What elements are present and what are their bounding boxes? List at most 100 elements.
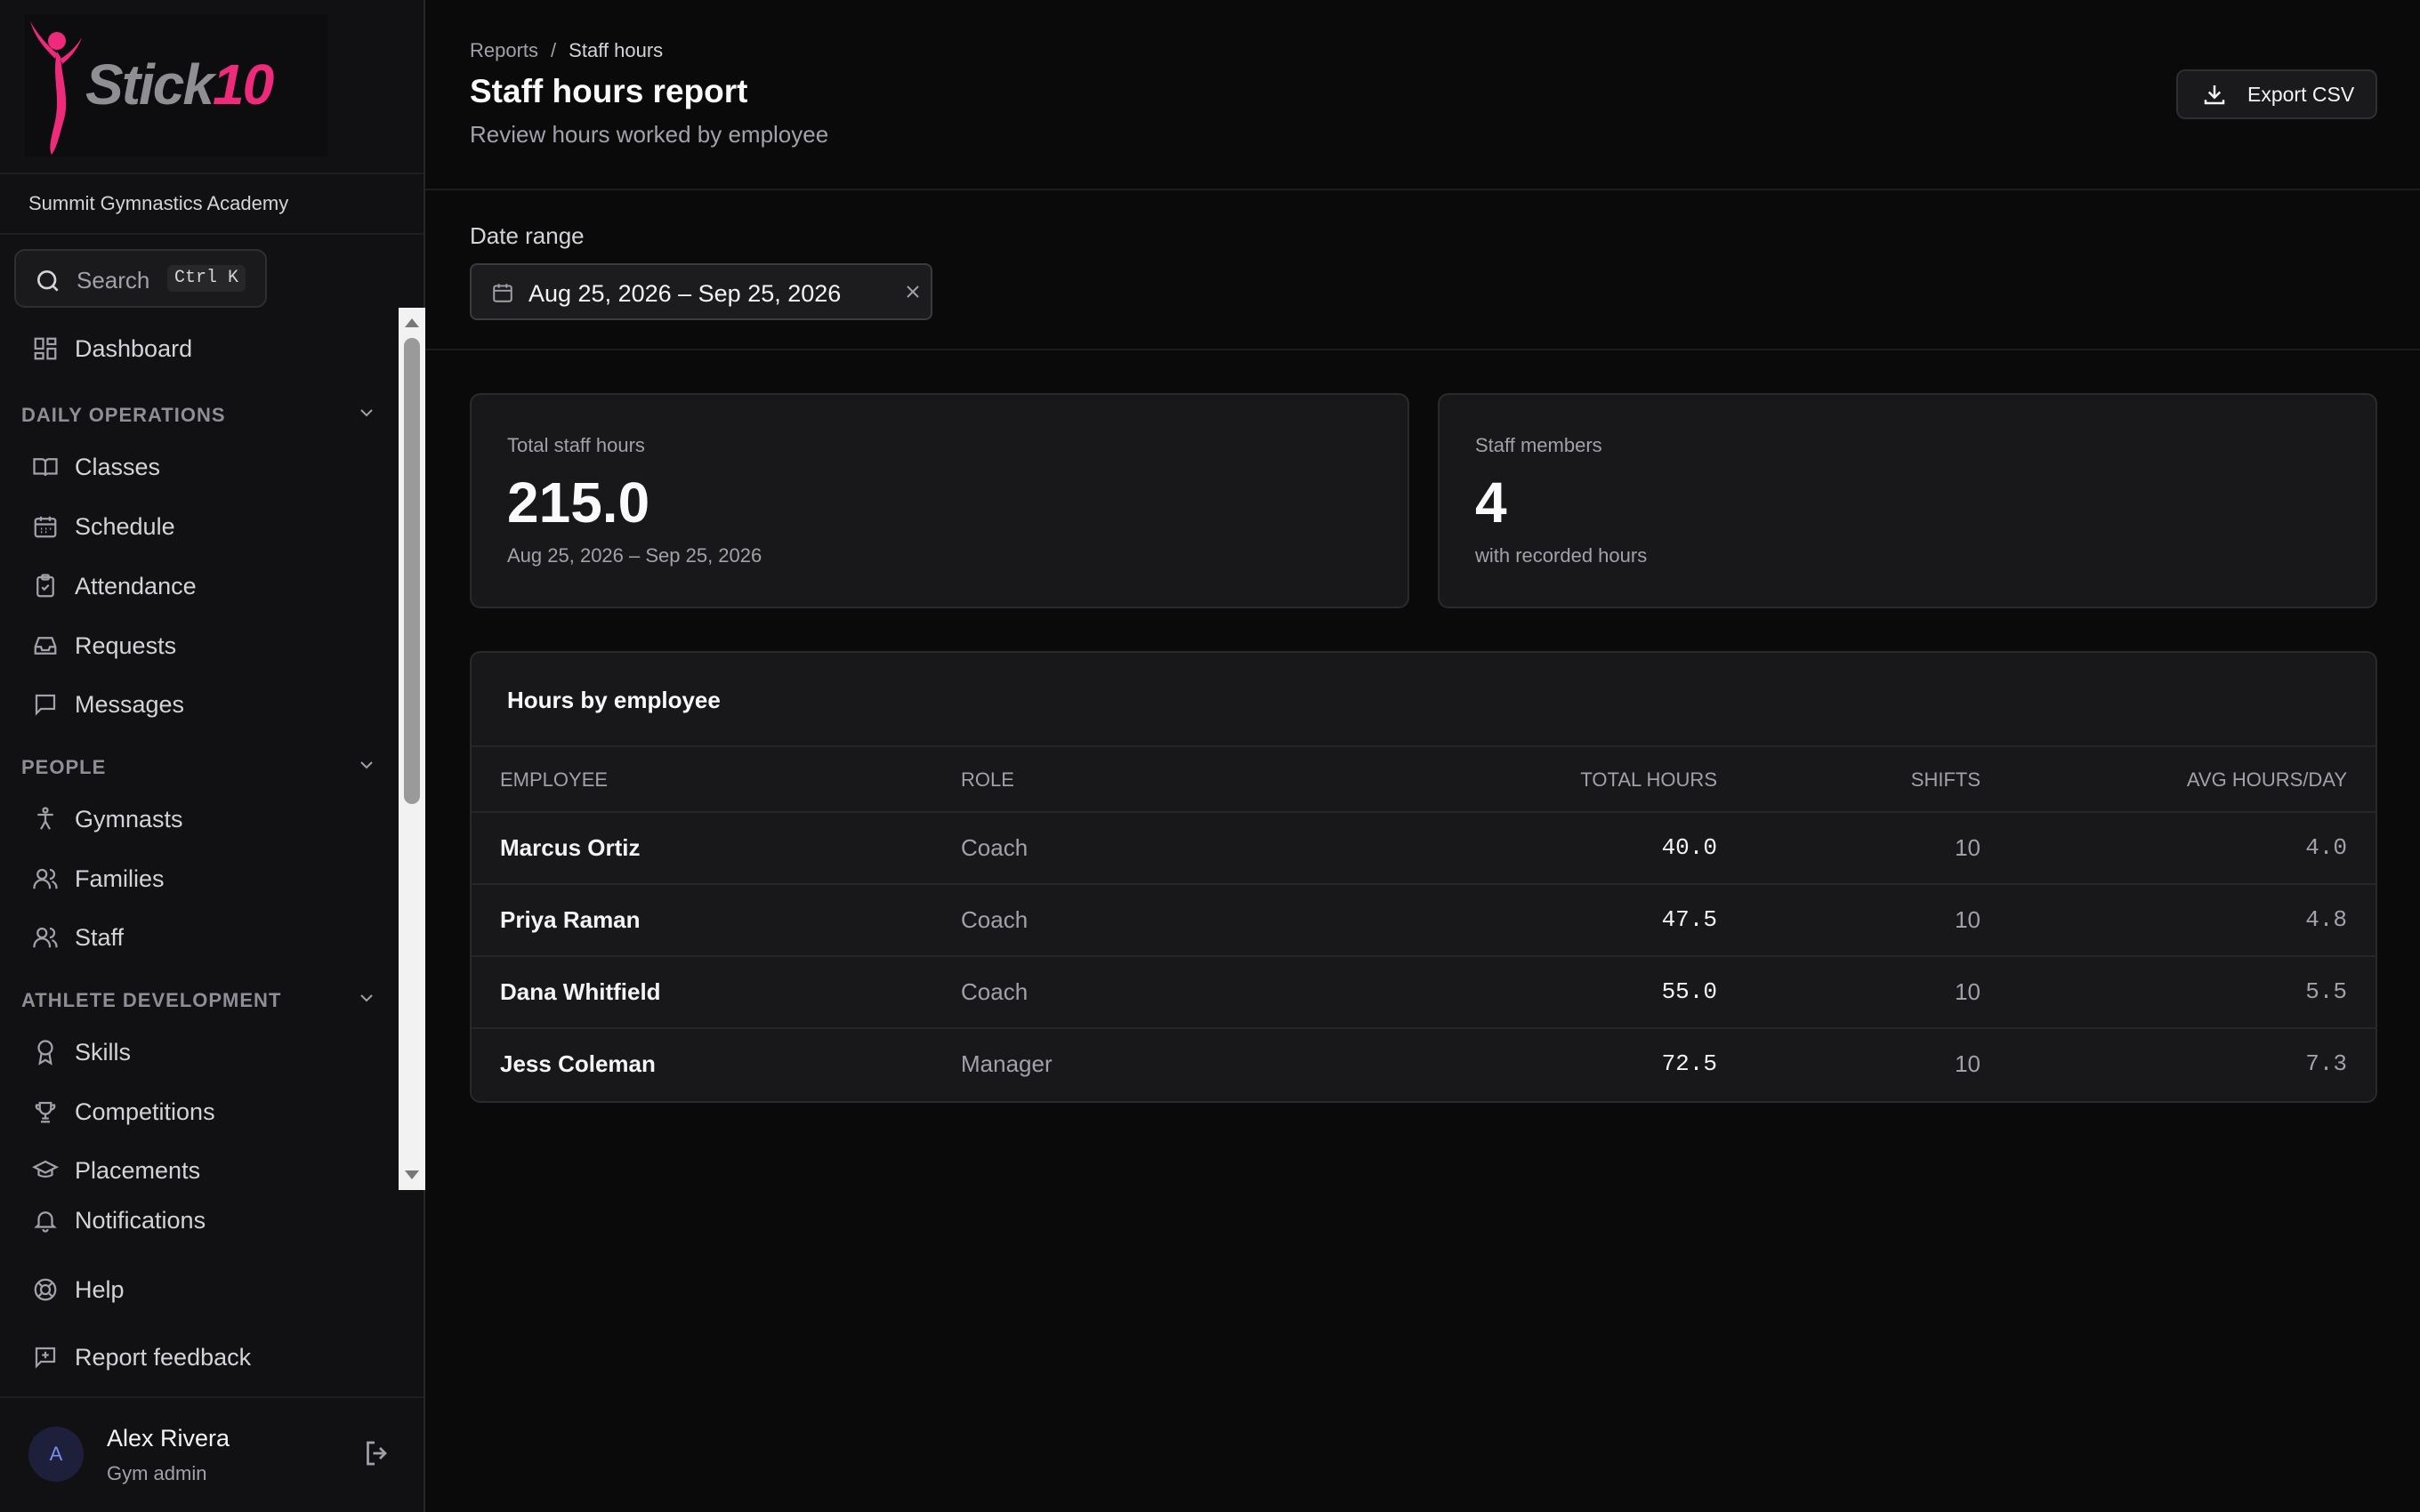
clear-icon[interactable]: [902, 281, 924, 302]
feedback-icon: [30, 1342, 60, 1372]
bell-icon: [30, 1205, 60, 1235]
column-header-shifts[interactable]: Shifts: [1806, 768, 1980, 792]
stat-label: Total staff hours: [507, 434, 645, 456]
sidebar-item-label: Attendance: [75, 572, 197, 599]
user-role: Gym admin: [107, 1462, 207, 1484]
divider: [0, 173, 424, 174]
sidebar-item-report-feedback[interactable]: Report feedback: [30, 1339, 251, 1375]
sidebar-item-families[interactable]: Families: [30, 861, 165, 897]
sidebar-item-classes[interactable]: Classes: [30, 449, 160, 485]
divider: [0, 233, 424, 235]
avatar[interactable]: A: [28, 1427, 84, 1482]
total-hours: 47.5: [1661, 906, 1717, 933]
sidebar-item-label: Classes: [75, 453, 161, 480]
sidebar-item-label: Help: [75, 1275, 125, 1303]
table-row[interactable]: Priya Raman Coach 47.5 10 4.8: [472, 885, 2377, 957]
avg-hours-day: 5.5: [2305, 978, 2347, 1005]
date-range-value: Aug 25, 2026 – Sep 25, 2026: [528, 280, 842, 307]
sidebar-item-label: Messages: [75, 690, 185, 718]
date-range-picker[interactable]: Aug 25, 2026 – Sep 25, 2026: [470, 263, 932, 320]
organization-name: Summit Gymnastics Academy: [28, 192, 289, 214]
page-subtitle: Review hours worked by employee: [470, 121, 829, 148]
export-csv-label: Export CSV: [2247, 82, 2355, 106]
sidebar-item-label: Placements: [75, 1156, 201, 1184]
logo-wordmark: Stick: [85, 52, 214, 117]
brand-logo[interactable]: Stick10: [25, 14, 327, 157]
sidebar-item-dashboard[interactable]: Dashboard: [30, 331, 192, 366]
stat-card-staff-members: Staff members 4 with recorded hours: [1438, 393, 2377, 608]
sidebar-item-skills[interactable]: Skills: [30, 1034, 131, 1070]
table-title: Hours by employee: [507, 687, 721, 713]
sidebar-item-attendance[interactable]: Attendance: [30, 568, 197, 604]
column-header-employee[interactable]: Employee: [500, 768, 608, 792]
sidebar-scrollbar[interactable]: [399, 308, 425, 1190]
sidebar-item-label: Dashboard: [75, 334, 193, 362]
sidebar-item-label: Families: [75, 865, 165, 892]
sidebar-item-help[interactable]: Help: [30, 1272, 125, 1307]
sidebar-item-gymnasts[interactable]: Gymnasts: [30, 801, 183, 837]
sidebar-item-label: Requests: [75, 631, 177, 659]
sidebar-item-label: Skills: [75, 1038, 132, 1066]
user-profile: A Alex Rivera Gym admin: [0, 1396, 424, 1512]
employee-name: Jess Coleman: [500, 1050, 656, 1077]
shifts: 10: [1955, 978, 1980, 1005]
trophy-icon: [30, 1097, 60, 1127]
export-csv-button[interactable]: Export CSV: [2176, 69, 2377, 119]
column-header-role[interactable]: Role: [961, 768, 1014, 792]
sidebar-item-label: Report feedback: [75, 1343, 252, 1371]
shifts: 10: [1955, 906, 1980, 933]
table-row[interactable]: Dana Whitfield Coach 55.0 10 5.5: [472, 957, 2377, 1029]
employee-role: Coach: [961, 906, 1028, 933]
clipboard-check-icon: [30, 571, 60, 601]
breadcrumb-reports[interactable]: Reports: [470, 39, 538, 62]
users-icon: [30, 864, 60, 894]
sidebar-item-competitions[interactable]: Competitions: [30, 1094, 215, 1130]
scroll-down-arrow[interactable]: [405, 1170, 419, 1179]
scrollbar-thumb[interactable]: [404, 338, 420, 804]
avg-hours-day: 7.3: [2305, 1050, 2347, 1077]
sidebar-item-label: Schedule: [75, 512, 175, 540]
logout-icon[interactable]: [361, 1437, 393, 1469]
employee-name: Priya Raman: [500, 906, 641, 933]
search-button[interactable]: Search Ctrl K: [14, 249, 267, 308]
total-hours: 72.5: [1661, 1050, 1717, 1077]
calendar-icon: [30, 511, 60, 542]
table-row[interactable]: Jess Coleman Manager 72.5 10 7.3: [472, 1029, 2377, 1101]
stat-card-total-hours: Total staff hours 215.0 Aug 25, 2026 – S…: [470, 393, 1409, 608]
chevron-down-icon[interactable]: [356, 402, 377, 423]
sidebar-item-notifications[interactable]: Notifications: [30, 1202, 206, 1238]
chevron-down-icon[interactable]: [356, 987, 377, 1009]
breadcrumb-current: Staff hours: [569, 39, 664, 61]
lifebuoy-icon: [30, 1275, 60, 1305]
date-range-label: Date range: [470, 222, 585, 249]
section-athlete-development[interactable]: Athlete development: [21, 989, 281, 1012]
section-people[interactable]: People: [21, 756, 106, 779]
stat-value: 4: [1475, 470, 1507, 535]
sidebar-item-staff[interactable]: Staff: [30, 920, 124, 955]
stat-label: Staff members: [1475, 434, 1602, 456]
sidebar-item-label: Competitions: [75, 1098, 215, 1125]
breadcrumb-separator: /: [551, 39, 557, 61]
column-header-total-hours[interactable]: Total hours: [1450, 768, 1717, 792]
sidebar-item-messages[interactable]: Messages: [30, 687, 184, 722]
scroll-up-arrow[interactable]: [405, 318, 419, 327]
chevron-down-icon[interactable]: [356, 754, 377, 776]
divider: [425, 349, 2420, 350]
employee-role: Manager: [961, 1050, 1053, 1077]
person-icon: [30, 804, 60, 834]
column-header-avg-hours-day[interactable]: Avg hours/day: [2073, 768, 2347, 792]
table-row[interactable]: Marcus Ortiz Coach 40.0 10 4.0: [472, 813, 2377, 885]
sidebar-item-schedule[interactable]: Schedule: [30, 509, 175, 544]
search-shortcut: Ctrl K: [167, 265, 246, 292]
sidebar: Stick10 Summit Gymnastics Academy Search…: [0, 0, 425, 1512]
main-content: Reports / Staff hours Staff hours report…: [425, 0, 2420, 1512]
page-title: Staff hours report: [470, 73, 748, 109]
logo-accent: 10: [212, 52, 274, 117]
stat-value: 215.0: [507, 470, 650, 535]
award-icon: [30, 1037, 60, 1067]
section-daily-operations[interactable]: Daily operations: [21, 404, 226, 427]
sidebar-item-placements[interactable]: Placements: [30, 1153, 200, 1188]
employee-name: Dana Whitfield: [500, 978, 661, 1005]
sidebar-item-requests[interactable]: Requests: [30, 628, 176, 664]
dashboard-icon: [30, 334, 60, 364]
